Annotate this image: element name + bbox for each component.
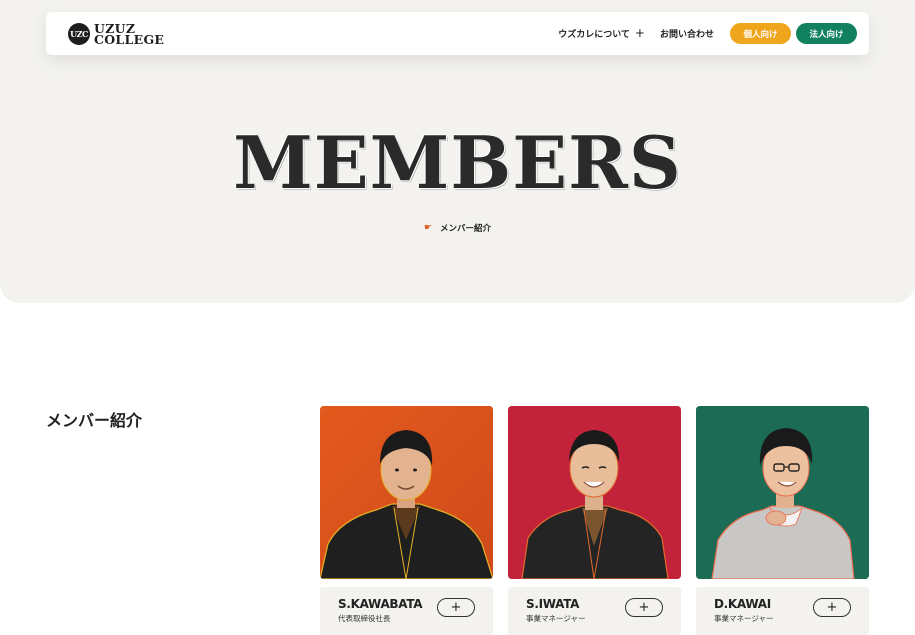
member-info: S.KAWABATA 代表取締役社長 + [320, 587, 493, 635]
section-title: メンバー紹介 [46, 411, 143, 430]
logo-line-2: COLLEGE [94, 31, 165, 47]
page-title: MEMBERS [233, 120, 682, 205]
nav-about-link[interactable]: ウズカレについて + [558, 27, 645, 40]
individual-button[interactable]: 個人向け [730, 23, 791, 44]
logo-text: UZUZ COLLEGE [94, 22, 165, 47]
member-photo [696, 406, 869, 579]
member-card[interactable]: D.KAWAI 事業マネージャー + [696, 406, 869, 635]
breadcrumb: ☛ メンバー紹介 [0, 222, 915, 234]
nav-about-label: ウズカレについて [558, 30, 630, 40]
corporate-button[interactable]: 法人向け [796, 23, 857, 44]
expand-button[interactable]: + [437, 598, 475, 617]
logo-mark-icon: UZC [68, 22, 90, 45]
hero-section: UZC UZUZ COLLEGE ウズカレについて + お問い合わせ 個人向け … [0, 0, 915, 303]
member-photo [508, 406, 681, 579]
plus-icon: + [634, 26, 645, 40]
expand-button[interactable]: + [625, 598, 663, 617]
main-nav: ウズカレについて + お問い合わせ 個人向け 法人向け [558, 23, 857, 44]
breadcrumb-current: メンバー紹介 [440, 224, 492, 234]
member-card[interactable]: S.IWATA 事業マネージャー + [508, 406, 681, 635]
member-info: D.KAWAI 事業マネージャー + [696, 587, 869, 635]
logo[interactable]: UZC UZUZ COLLEGE [68, 22, 165, 47]
nav-contact-link[interactable]: お問い合わせ [660, 27, 714, 40]
member-card[interactable]: S.KAWABATA 代表取締役社長 + [320, 406, 493, 635]
pointing-hand-icon: ☛ [423, 223, 433, 233]
site-header: UZC UZUZ COLLEGE ウズカレについて + お問い合わせ 個人向け … [46, 12, 869, 55]
member-info: S.IWATA 事業マネージャー + [508, 587, 681, 635]
member-photo [320, 406, 493, 579]
expand-button[interactable]: + [813, 598, 851, 617]
